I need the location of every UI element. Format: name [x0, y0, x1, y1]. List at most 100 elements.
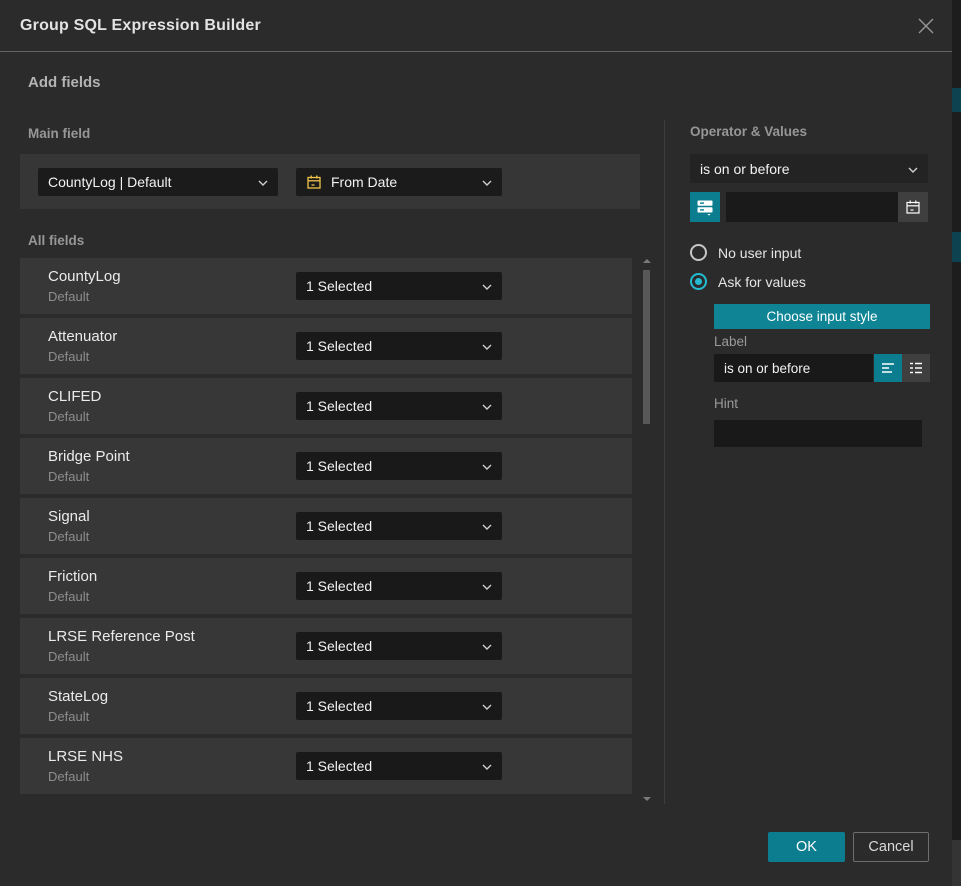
single-line-input-style-button[interactable] — [874, 354, 902, 382]
scrollbar-down-icon[interactable] — [643, 797, 651, 801]
field-name: LRSE Reference Post — [48, 628, 195, 645]
chevron-down-icon — [482, 637, 492, 655]
choose-input-style-button[interactable]: Choose input style — [714, 304, 930, 329]
field-selected-dropdown[interactable]: 1 Selected — [296, 332, 502, 360]
field-row: StateLog Default 1 Selected — [20, 678, 632, 734]
edge-fragment — [952, 232, 961, 262]
field-row: Bridge Point Default 1 Selected — [20, 438, 632, 494]
field-name: Attenuator — [48, 328, 117, 345]
field-row: Signal Default 1 Selected — [20, 498, 632, 554]
chevron-down-icon — [482, 457, 492, 475]
list-scrollbar[interactable] — [641, 256, 653, 804]
cancel-button[interactable]: Cancel — [853, 832, 929, 862]
field-selected-value: 1 Selected — [306, 698, 474, 714]
field-selected-dropdown[interactable]: 1 Selected — [296, 392, 502, 420]
label-label: Label — [714, 334, 747, 349]
field-name: LRSE NHS — [48, 748, 123, 765]
field-selected-value: 1 Selected — [306, 578, 474, 594]
field-selected-dropdown[interactable]: 1 Selected — [296, 272, 502, 300]
field-default-label: Default — [48, 649, 89, 664]
value-row — [690, 192, 928, 222]
label-input[interactable] — [714, 354, 873, 382]
add-fields-heading: Add fields — [28, 74, 101, 91]
radio-ask-for-values[interactable]: Ask for values — [690, 273, 806, 290]
chevron-down-icon — [482, 397, 492, 415]
chevron-down-icon — [482, 577, 492, 595]
field-row: Attenuator Default 1 Selected — [20, 318, 632, 374]
operator-value: is on or before — [700, 161, 900, 177]
scrollbar-thumb[interactable] — [643, 270, 650, 424]
chevron-down-icon — [482, 173, 492, 191]
field-name: Bridge Point — [48, 448, 130, 465]
main-field-field-dropdown[interactable]: From Date — [296, 168, 502, 196]
field-selected-value: 1 Selected — [306, 278, 474, 294]
field-default-label: Default — [48, 769, 89, 784]
field-default-label: Default — [48, 289, 89, 304]
main-field-source-dropdown[interactable]: CountyLog | Default — [38, 168, 278, 196]
radio-no-user-input-label: No user input — [718, 245, 801, 261]
field-selected-dropdown[interactable]: 1 Selected — [296, 752, 502, 780]
calendar-icon — [306, 174, 322, 190]
chevron-down-icon — [482, 337, 492, 355]
field-selected-dropdown[interactable]: 1 Selected — [296, 632, 502, 660]
dialog-titlebar: Group SQL Expression Builder — [0, 0, 952, 52]
field-selected-value: 1 Selected — [306, 758, 474, 774]
hint-label: Hint — [714, 396, 738, 411]
field-selected-dropdown[interactable]: 1 Selected — [296, 572, 502, 600]
chevron-down-icon — [482, 517, 492, 535]
all-fields-list: CountyLog Default 1 Selected Attenuator … — [20, 258, 632, 798]
hint-input[interactable] — [714, 420, 922, 447]
radio-selected-icon[interactable] — [690, 273, 707, 290]
edge-fragment — [952, 840, 961, 886]
field-name: Friction — [48, 568, 97, 585]
field-row: LRSE NHS Default 1 Selected — [20, 738, 632, 794]
field-selected-value: 1 Selected — [306, 518, 474, 534]
field-default-label: Default — [48, 349, 89, 364]
field-default-label: Default — [48, 529, 89, 544]
field-selected-value: 1 Selected — [306, 398, 474, 414]
ok-button[interactable]: OK — [768, 832, 845, 862]
field-selected-value: 1 Selected — [306, 638, 474, 654]
screen: Group SQL Expression Builder Add fields … — [0, 0, 961, 886]
radio-ask-for-values-label: Ask for values — [718, 274, 806, 290]
close-icon[interactable] — [914, 14, 938, 38]
field-name: StateLog — [48, 688, 108, 705]
main-field-field-value: From Date — [331, 174, 474, 190]
field-default-label: Default — [48, 589, 89, 604]
operator-dropdown[interactable]: is on or before — [690, 154, 928, 183]
field-row: CLIFED Default 1 Selected — [20, 378, 632, 434]
chevron-down-icon — [258, 173, 268, 191]
chevron-down-icon — [482, 697, 492, 715]
scrollbar-up-icon[interactable] — [643, 259, 651, 263]
chevron-down-icon — [482, 277, 492, 295]
field-default-label: Default — [48, 469, 89, 484]
field-selected-dropdown[interactable]: 1 Selected — [296, 452, 502, 480]
field-selected-dropdown[interactable]: 1 Selected — [296, 692, 502, 720]
list-input-style-button[interactable] — [902, 354, 930, 382]
date-value-field-wrap — [726, 192, 928, 222]
date-value-input[interactable] — [726, 192, 898, 222]
main-field-label: Main field — [28, 126, 90, 141]
field-selected-dropdown[interactable]: 1 Selected — [296, 512, 502, 540]
field-name: CountyLog — [48, 268, 121, 285]
field-row: LRSE Reference Post Default 1 Selected — [20, 618, 632, 674]
operator-values-label: Operator & Values — [690, 124, 807, 139]
field-row: Friction Default 1 Selected — [20, 558, 632, 614]
field-default-label: Default — [48, 709, 89, 724]
group-sql-expression-builder-dialog: Group SQL Expression Builder Add fields … — [0, 0, 952, 886]
field-selected-value: 1 Selected — [306, 338, 474, 354]
main-field-source-value: CountyLog | Default — [48, 174, 250, 190]
radio-unselected-icon[interactable] — [690, 244, 707, 261]
field-name: CLIFED — [48, 388, 101, 405]
radio-no-user-input[interactable]: No user input — [690, 244, 801, 261]
main-field-bar: CountyLog | Default From Date — [20, 154, 640, 209]
panel-divider — [664, 120, 665, 804]
date-picker-button[interactable] — [898, 192, 928, 222]
input-type-toggle-button[interactable] — [690, 192, 720, 222]
chevron-down-icon — [908, 160, 918, 178]
background-app-edge — [952, 0, 961, 886]
dialog-title: Group SQL Expression Builder — [20, 0, 261, 52]
field-default-label: Default — [48, 409, 89, 424]
chevron-down-icon — [482, 757, 492, 775]
all-fields-label: All fields — [28, 233, 84, 248]
